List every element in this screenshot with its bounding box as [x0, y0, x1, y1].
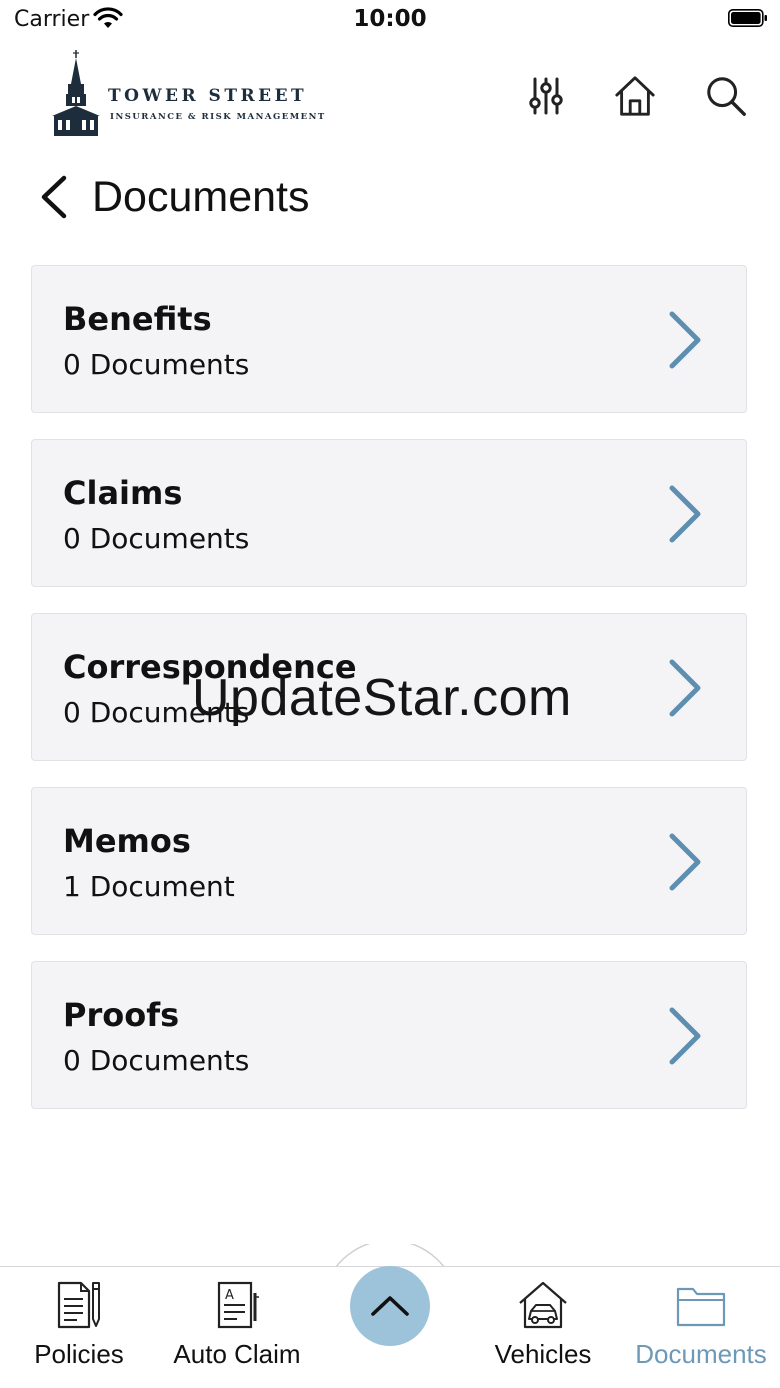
search-icon: [707, 77, 746, 116]
battery-icon: [728, 9, 767, 27]
back-button[interactable]: [36, 170, 76, 224]
tab-vehicles[interactable]: Vehicles: [484, 1267, 602, 1388]
tab-policies[interactable]: Policies: [18, 1267, 140, 1388]
page-title: Documents: [92, 173, 310, 221]
garage-car-icon: [519, 1281, 567, 1329]
chevron-right-icon: [669, 659, 701, 717]
category-count: 0 Documents: [63, 1044, 250, 1077]
category-count: 0 Documents: [63, 522, 250, 555]
filters-icon: [529, 77, 563, 115]
chevron-right-icon: [669, 485, 701, 543]
tab-label: Policies: [34, 1339, 124, 1369]
policy-doc-icon: [57, 1281, 100, 1329]
category-title: Memos: [63, 822, 191, 860]
center-expand-button[interactable]: [350, 1266, 430, 1346]
tower-street-logo[interactable]: TOWER STREET INSURANCE & RISK MANAGEMENT: [50, 50, 370, 136]
category-card-claims[interactable]: Claims 0 Documents: [31, 439, 747, 587]
claim-form-icon: A: [217, 1281, 259, 1329]
category-count: 1 Document: [63, 870, 235, 903]
chevron-left-icon: [41, 175, 67, 219]
clock: 10:00: [353, 6, 427, 32]
app-header: TOWER STREET INSURANCE & RISK MANAGEMENT: [0, 44, 780, 144]
category-count: 0 Documents: [63, 348, 250, 381]
tab-label: Auto Claim: [173, 1339, 301, 1369]
tab-documents[interactable]: Documents: [628, 1267, 774, 1388]
search-button[interactable]: [704, 72, 748, 120]
category-card-benefits[interactable]: Benefits 0 Documents: [31, 265, 747, 413]
logo-tagline: INSURANCE & RISK MANAGEMENT: [110, 112, 326, 122]
steeple-icon: [52, 50, 100, 136]
category-title: Claims: [63, 474, 183, 512]
home-button[interactable]: [613, 72, 657, 120]
category-card-proofs[interactable]: Proofs 0 Documents: [31, 961, 747, 1109]
status-bar: Carrier 10:00: [0, 0, 780, 44]
tab-label: Vehicles: [494, 1339, 592, 1369]
category-title: Proofs: [63, 996, 180, 1034]
chevron-right-icon: [669, 1007, 701, 1065]
tab-auto-claim[interactable]: A Auto Claim: [164, 1267, 310, 1388]
home-icon: [615, 76, 655, 116]
chevron-up-icon: [371, 1296, 409, 1316]
watermark: UpdateStar.com: [192, 669, 572, 727]
chevron-right-icon: [669, 311, 701, 369]
category-card-memos[interactable]: Memos 1 Document: [31, 787, 747, 935]
filters-button[interactable]: [524, 72, 568, 120]
tab-label: Documents: [635, 1339, 767, 1369]
category-title: Benefits: [63, 300, 212, 338]
svg-text:A: A: [225, 1288, 234, 1303]
folder-icon: [676, 1287, 726, 1327]
logo-wordmark: TOWER STREET: [108, 86, 308, 106]
chevron-right-icon: [669, 833, 701, 891]
